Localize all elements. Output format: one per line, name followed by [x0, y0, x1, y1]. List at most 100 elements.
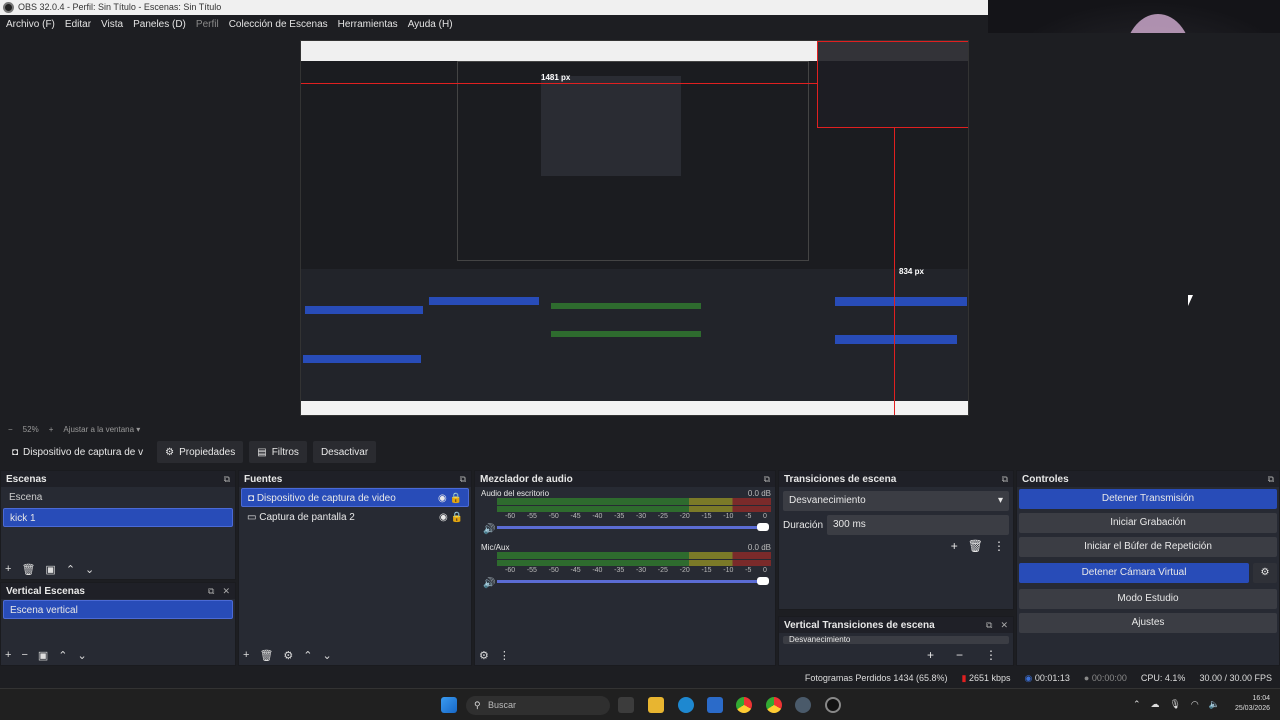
filters-button[interactable]: ▤ Filtros — [249, 441, 307, 463]
stream-icon: ◉ — [1024, 672, 1033, 683]
slider-knob[interactable] — [757, 577, 769, 585]
menu-herramientas[interactable]: Herramientas — [334, 19, 402, 30]
microphone-icon[interactable]: 🎙 — [1169, 699, 1180, 710]
window-titlebar: OBS 32.0.4 - Perfil: Sin Título - Escena… — [0, 0, 988, 15]
settings-button[interactable]: Ajustes — [1019, 613, 1277, 633]
volume-icon[interactable]: 🔈 — [1209, 699, 1220, 710]
vertical-scene-item[interactable]: Escena vertical — [3, 600, 233, 619]
mic-audio-meter — [497, 552, 771, 559]
add-transition-icon[interactable]: + — [951, 539, 958, 553]
virtual-camera-settings-gear-icon[interactable]: ⚙ — [1253, 563, 1277, 583]
move-up-icon[interactable]: ⌃ — [66, 563, 75, 576]
duration-input[interactable]: 300 ms — [827, 515, 1009, 535]
vertical-transition-select[interactable]: Desvanecimiento — [783, 636, 1009, 644]
add-scene-icon[interactable]: + — [5, 563, 11, 576]
dock-float-icon[interactable]: ⧉ — [460, 474, 466, 485]
zoom-in-button[interactable]: + — [49, 425, 54, 434]
lock-icon[interactable]: 🔒 — [450, 493, 462, 504]
source-item-screen-capture[interactable]: ▭ Captura de pantalla 2 ◉ 🔒 — [241, 508, 469, 527]
chrome-profile-icon[interactable] — [766, 697, 782, 713]
scene-filter-icon[interactable]: ▣ — [38, 649, 48, 662]
desktop-meter-ticks: -60 -55 -50 -45 -40 -35 -30 -25 -20 -15 -10 -5 0 — [505, 513, 767, 520]
more-icon[interactable]: ⋮ — [993, 539, 1005, 553]
dock-float-icon[interactable]: ⧉ — [1268, 474, 1274, 485]
chrome-icon[interactable] — [736, 697, 752, 713]
task-view-icon[interactable] — [618, 697, 634, 713]
menu-vista[interactable]: Vista — [97, 19, 127, 30]
menu-archivo[interactable]: Archivo (F) — [2, 19, 59, 30]
move-up-icon[interactable]: ⌃ — [58, 649, 67, 662]
trash-icon[interactable]: 🗑 — [968, 539, 983, 553]
dock-float-icon[interactable]: ⧉ — [208, 586, 214, 597]
dock-float-icon[interactable]: ⧉ — [1002, 474, 1008, 485]
menu-perfil[interactable]: Perfil — [192, 19, 223, 30]
add-icon[interactable]: + — [927, 648, 934, 662]
preview-canvas[interactable]: 1481 px 834 px — [300, 40, 969, 416]
move-down-icon[interactable]: ⌄ — [78, 649, 87, 662]
add-source-icon[interactable]: + — [243, 649, 249, 662]
guide-width-label: 1481 px — [541, 73, 571, 82]
speaker-icon[interactable]: 🔊 — [483, 524, 495, 535]
menu-ayuda[interactable]: Ayuda (H) — [404, 19, 457, 30]
desktop-volume-slider[interactable] — [497, 523, 769, 531]
chevron-down-icon: ▾ — [997, 495, 1003, 506]
settings-app-icon[interactable] — [795, 697, 811, 713]
advanced-audio-icon[interactable]: ⚙ — [479, 649, 489, 662]
windows-start-icon[interactable] — [441, 697, 457, 713]
scene-item-kick-1[interactable]: kick 1 — [3, 508, 233, 527]
more-icon[interactable]: ⋮ — [985, 648, 997, 662]
tray-app-icon[interactable]: ☁ — [1150, 699, 1159, 710]
dock-float-icon[interactable]: ⧉ — [986, 620, 992, 631]
zoom-fit-select[interactable]: Ajustar a la ventana ▾ — [63, 425, 140, 434]
move-down-icon[interactable]: ⌄ — [323, 649, 332, 662]
menu-paneles[interactable]: Paneles (D) — [129, 19, 190, 30]
visibility-eye-icon[interactable]: ◉ — [439, 512, 448, 523]
start-recording-button[interactable]: Iniciar Grabación — [1019, 513, 1277, 533]
zoom-out-button[interactable]: − — [8, 425, 13, 434]
slider-knob[interactable] — [757, 523, 769, 531]
nested-vertical-sel — [303, 355, 421, 363]
source-item-capture-device[interactable]: ◘ Dispositivo de captura de video ◉ 🔒 — [241, 488, 469, 507]
trash-icon[interactable]: 🗑 — [259, 649, 273, 662]
close-icon[interactable]: ✕ — [1000, 620, 1008, 631]
stop-virtual-camera-button[interactable]: Detener Cámara Virtual — [1019, 563, 1249, 583]
close-icon[interactable]: ✕ — [222, 586, 230, 597]
studio-mode-button[interactable]: Modo Estudio — [1019, 589, 1277, 609]
stop-stream-button[interactable]: Detener Transmisión — [1019, 489, 1277, 509]
move-down-icon[interactable]: ⌄ — [85, 563, 94, 576]
lock-icon[interactable]: 🔒 — [451, 512, 463, 523]
sources-title: Fuentes — [244, 473, 283, 485]
zoom-bar: − 52% + Ajustar a la ventana ▾ — [0, 421, 1280, 437]
menu-coleccion-escenas[interactable]: Colección de Escenas — [225, 19, 332, 30]
deactivate-button[interactable]: Desactivar — [312, 441, 377, 463]
speaker-icon[interactable]: 🔊 — [483, 578, 495, 589]
edge-icon[interactable] — [678, 697, 694, 713]
more-icon[interactable]: ⋮ — [499, 649, 510, 662]
dock-float-icon[interactable]: ⧉ — [764, 474, 770, 485]
menu-editar[interactable]: Editar — [61, 19, 95, 30]
taskbar-search[interactable]: ⚲ Buscar — [466, 696, 610, 715]
remove-icon[interactable]: − — [21, 649, 27, 662]
nested-meter-2 — [551, 331, 701, 337]
add-icon[interactable]: + — [5, 649, 11, 662]
transition-select[interactable]: Desvanecimiento ▾ — [783, 491, 1009, 511]
taskbar-clock[interactable]: 16:04 25/03/2026 — [1235, 694, 1270, 714]
visibility-eye-icon[interactable]: ◉ — [438, 493, 447, 504]
tray-chevron-up-icon[interactable]: ⌃ — [1133, 699, 1141, 710]
mic-volume-slider[interactable] — [497, 577, 769, 585]
dock-float-icon[interactable]: ⧉ — [224, 474, 230, 485]
store-icon[interactable] — [707, 697, 723, 713]
file-explorer-icon[interactable] — [648, 697, 664, 713]
gear-icon[interactable]: ⚙ — [283, 649, 293, 662]
scene-filter-icon[interactable]: ▣ — [45, 563, 55, 576]
nested-preview-inner — [541, 76, 681, 176]
properties-button[interactable]: ⚙ Propiedades — [157, 441, 244, 463]
wifi-icon[interactable]: ◠ — [1191, 699, 1199, 710]
audio-mixer-dock: Mezclador de audio ⧉ Audio del escritorio… — [474, 470, 776, 666]
obs-taskbar-icon[interactable] — [825, 697, 841, 713]
start-replay-buffer-button[interactable]: Iniciar el Búfer de Repetición — [1019, 537, 1277, 557]
move-up-icon[interactable]: ⌃ — [303, 649, 312, 662]
source-transform-box[interactable] — [817, 41, 968, 128]
remove-icon[interactable]: − — [956, 648, 963, 662]
trash-icon[interactable]: 🗑 — [21, 563, 35, 576]
